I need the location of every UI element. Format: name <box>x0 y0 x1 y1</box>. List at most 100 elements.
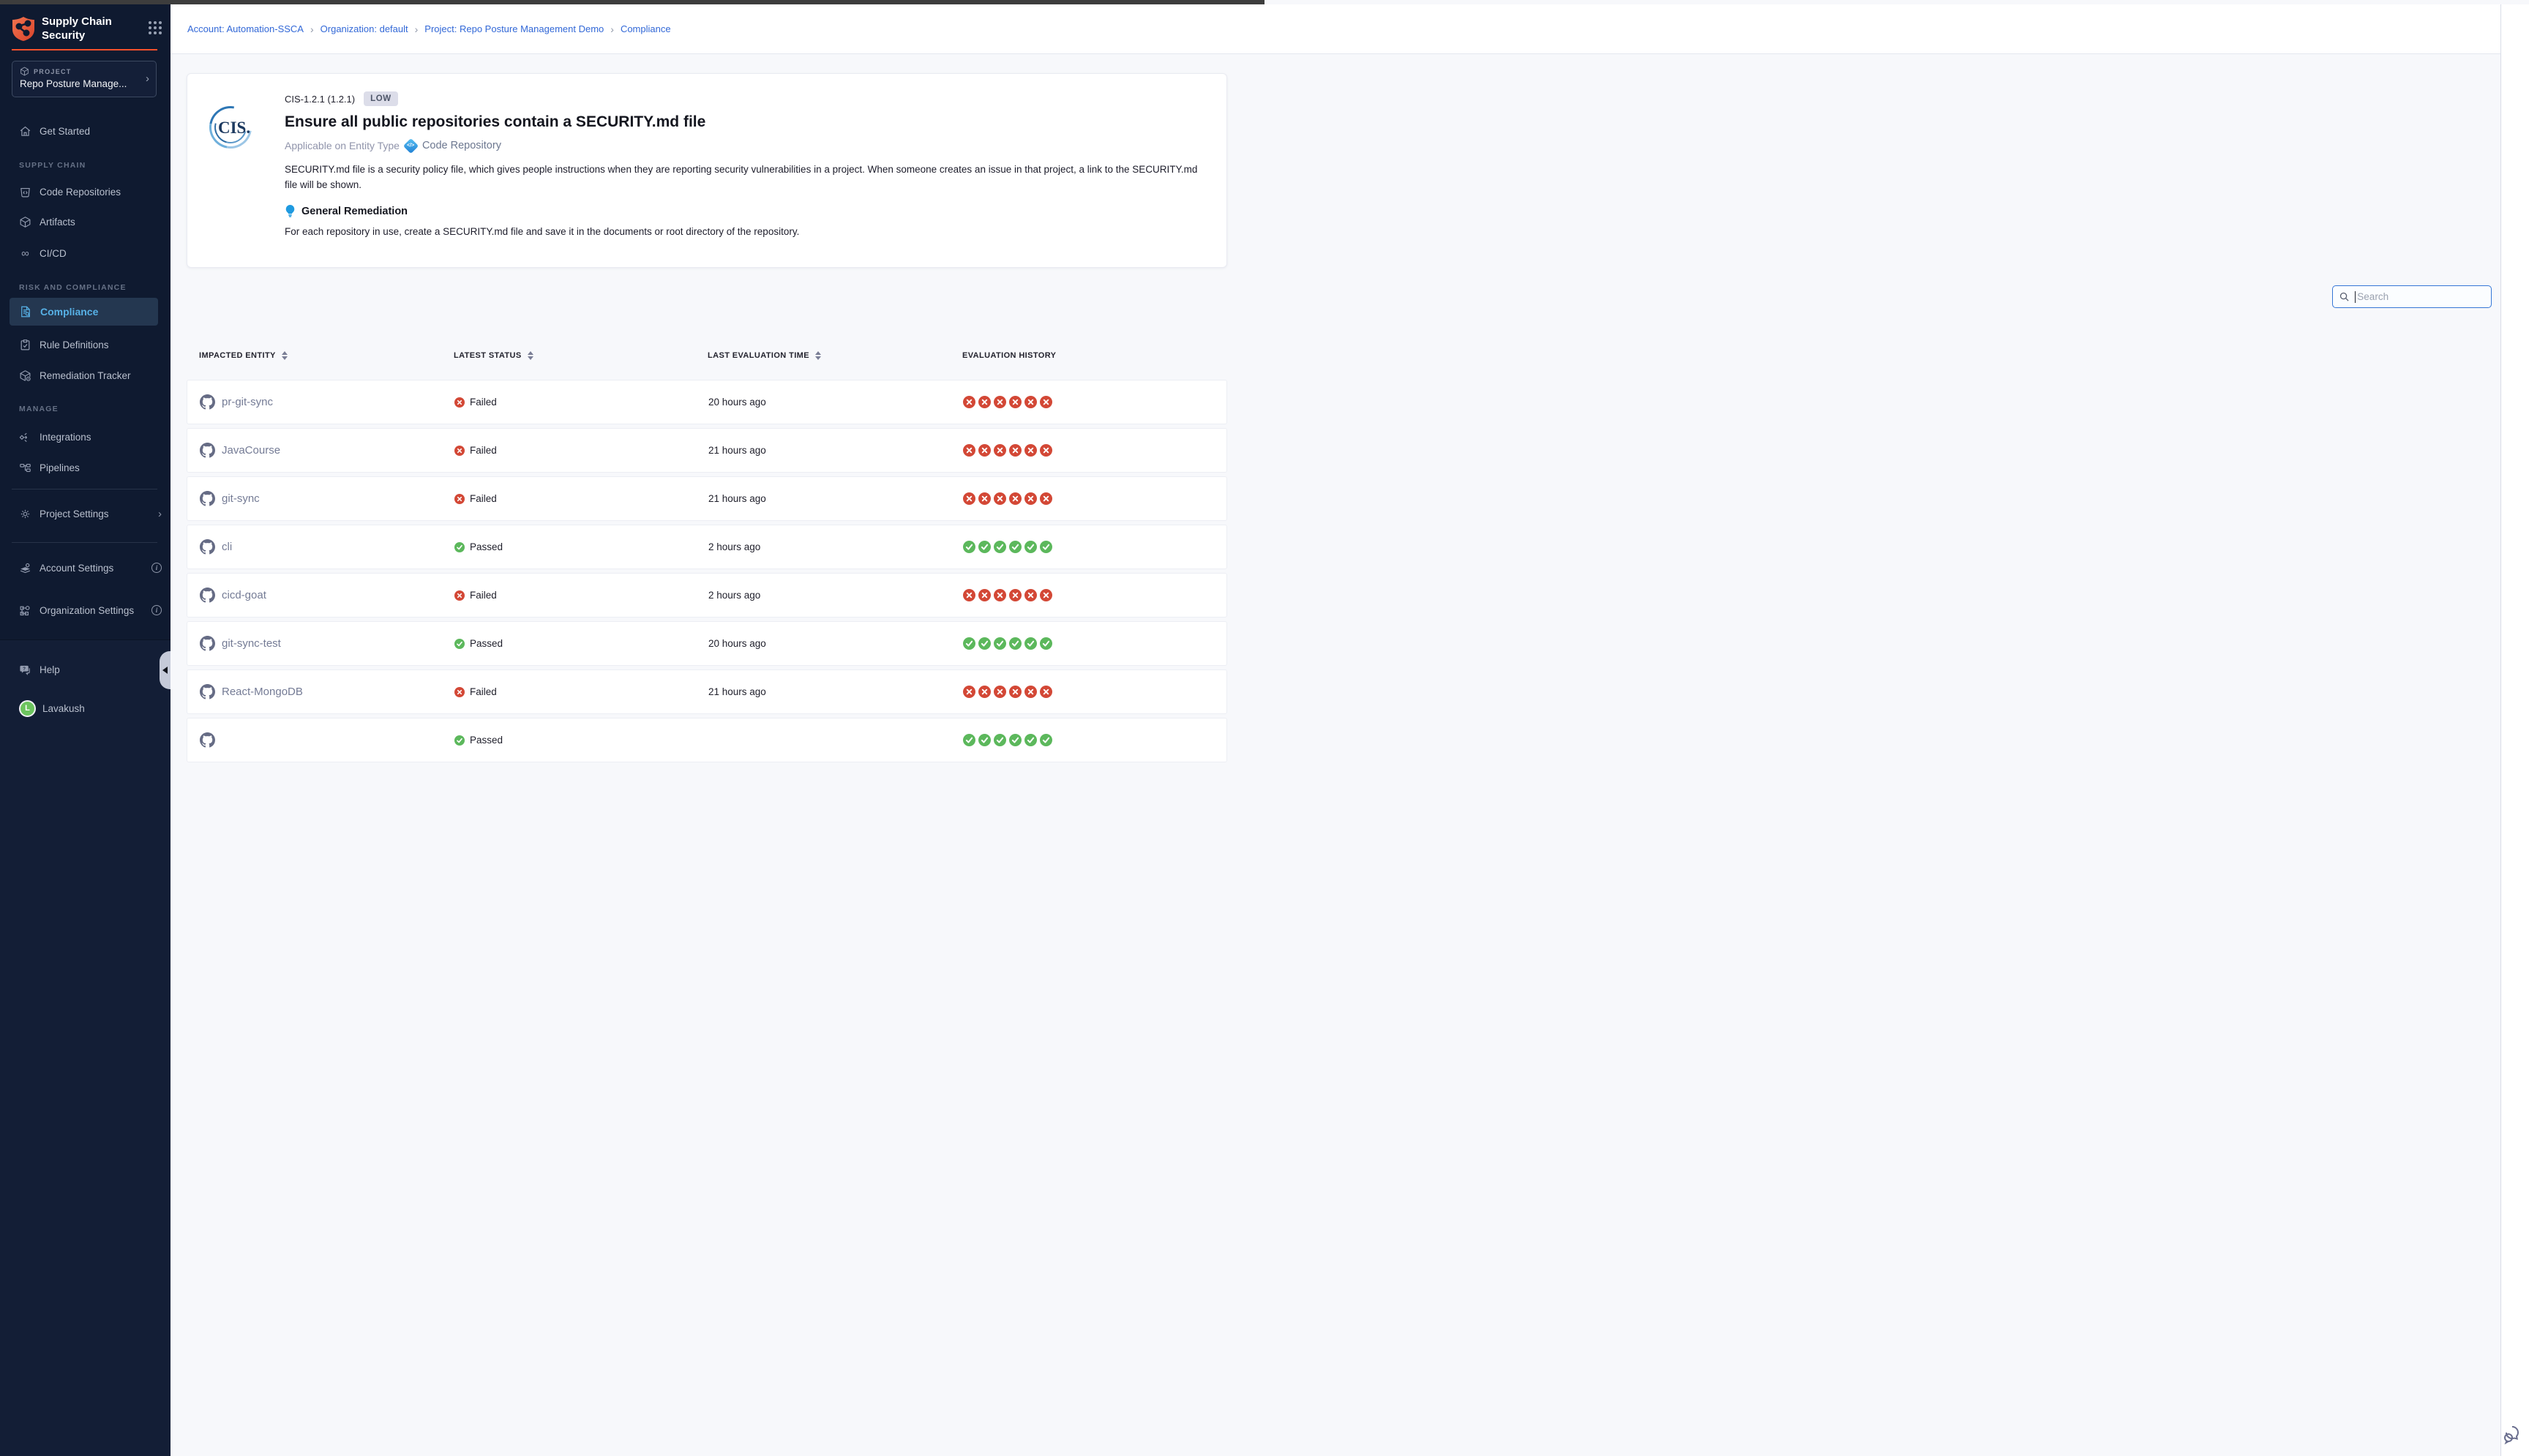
gear-icon <box>19 508 31 520</box>
latest-status-cell: Passed <box>454 638 708 649</box>
passed-icon <box>454 542 465 552</box>
failed-icon <box>994 444 1006 457</box>
failed-icon <box>978 492 991 505</box>
failed-icon <box>994 589 1006 601</box>
sidebar-item-code-repositories[interactable]: Code Repositories <box>0 182 171 201</box>
entity-name[interactable]: React-MongoDB <box>222 686 303 698</box>
impacted-entity-cell: JavaCourse <box>200 443 454 458</box>
text-cursor <box>2355 291 2356 303</box>
sidebar-item-account-settings[interactable]: Account Settings i <box>0 558 171 577</box>
failed-icon <box>1040 396 1052 408</box>
table-row[interactable]: React-MongoDB Failed 21 hours ago <box>187 669 1227 714</box>
sidebar-item-pipelines[interactable]: Pipelines <box>0 458 171 477</box>
column-header[interactable]: IMPACTED ENTITY <box>199 351 454 360</box>
failed-icon <box>1009 589 1022 601</box>
failed-icon <box>978 492 991 505</box>
column-header[interactable]: EVALUATION HISTORY <box>962 351 1227 360</box>
sidebar-item-help[interactable]: ? Help <box>0 660 171 679</box>
failed-icon <box>1040 686 1052 698</box>
table-header: IMPACTED ENTITY LATEST STATUS LAST EVALU… <box>187 351 1227 360</box>
breadcrumb-organization[interactable]: Organization: default <box>321 23 408 34</box>
failed-icon <box>978 589 991 601</box>
info-icon[interactable]: i <box>151 563 162 573</box>
sidebar-item-artifacts[interactable]: Artifacts <box>0 212 171 231</box>
sidebar-collapse-handle[interactable] <box>160 651 171 689</box>
impacted-entity-cell: pr-git-sync <box>200 394 454 410</box>
section-label-manage: MANAGE <box>19 405 59 413</box>
table-row[interactable]: git-sync-test Passed 20 hours ago <box>187 621 1227 666</box>
passed-icon <box>994 541 1006 553</box>
sidebar-item-compliance[interactable]: Compliance <box>10 298 158 326</box>
artifact-box-icon <box>19 216 31 228</box>
failed-icon <box>1024 686 1037 698</box>
breadcrumb-account[interactable]: Account: Automation-SSCA <box>187 23 304 34</box>
entity-name[interactable]: git-sync-test <box>222 637 281 650</box>
project-selector[interactable]: PROJECT Repo Posture Manage... › <box>12 61 157 97</box>
failed-icon <box>1040 589 1052 601</box>
sidebar-item-remediation-tracker[interactable]: Remediation Tracker <box>0 366 171 385</box>
table-row[interactable]: cli Passed 2 hours ago <box>187 525 1227 569</box>
table-row[interactable]: git-sync Failed 21 hours ago <box>187 476 1227 521</box>
entity-name[interactable]: git-sync <box>222 492 260 505</box>
search-input[interactable] <box>2357 291 2474 302</box>
failed-icon <box>1024 686 1037 698</box>
sidebar-item-project-settings[interactable]: Project Settings › <box>0 504 171 523</box>
column-header[interactable]: LAST EVALUATION TIME <box>708 351 962 360</box>
remediation-text: For each repository in use, create a SEC… <box>285 226 1207 237</box>
status-label: Passed <box>470 541 503 552</box>
failed-icon <box>978 686 991 698</box>
failed-icon <box>454 446 465 456</box>
table-row[interactable]: pr-git-sync Failed 20 hours ago <box>187 380 1227 424</box>
sort-icon[interactable] <box>528 351 533 360</box>
section-label-risk-compliance: RISK AND COMPLIANCE <box>19 283 127 292</box>
failed-icon <box>963 492 975 505</box>
table-row[interactable]: cicd-goat Failed 2 hours ago <box>187 573 1227 618</box>
failed-icon <box>963 589 975 601</box>
status-label: Passed <box>470 735 503 746</box>
evaluation-history <box>963 396 1226 408</box>
column-header[interactable]: LATEST STATUS <box>454 351 708 360</box>
table-row[interactable]: JavaCourse Failed 21 hours ago <box>187 428 1227 473</box>
sidebar-item-rule-definitions[interactable]: Rule Definitions <box>0 335 171 354</box>
failed-icon <box>1024 589 1037 601</box>
module-grid-icon[interactable] <box>149 21 162 34</box>
latest-status-cell: Failed <box>454 397 708 408</box>
applicable-label: Applicable on Entity Type <box>285 140 400 151</box>
failed-icon <box>978 444 991 457</box>
breadcrumb-compliance[interactable]: Compliance <box>621 23 671 34</box>
search-icon <box>2339 291 2350 302</box>
project-label: PROJECT <box>34 68 72 75</box>
impacted-entity-cell: React-MongoDB <box>200 684 454 699</box>
support-chat-icon[interactable] <box>2502 1422 2525 1446</box>
cis-logo: CIS. <box>209 106 256 153</box>
status-label: Failed <box>470 445 497 456</box>
passed-icon <box>994 637 1006 650</box>
entity-name[interactable]: cli <box>222 541 232 553</box>
failed-icon <box>1009 686 1022 698</box>
window-top-bar <box>0 0 1264 4</box>
user-menu[interactable]: L Lavakush <box>0 699 171 718</box>
sidebar-item-cicd[interactable]: ∞ CI/CD <box>0 244 171 263</box>
failed-icon <box>963 686 975 698</box>
github-icon <box>200 491 215 506</box>
sort-icon[interactable] <box>815 351 821 360</box>
entity-name[interactable]: pr-git-sync <box>222 396 273 408</box>
entity-name[interactable]: cicd-goat <box>222 589 266 601</box>
table-row[interactable]: Passed <box>187 718 1227 762</box>
info-icon[interactable]: i <box>151 605 162 615</box>
sidebar-item-integrations[interactable]: Integrations <box>0 427 171 446</box>
sort-icon[interactable] <box>282 351 288 360</box>
sidebar-item-get-started[interactable]: Get Started <box>0 121 171 140</box>
passed-icon <box>1009 541 1022 553</box>
passed-icon <box>978 734 991 746</box>
failed-icon <box>994 444 1006 457</box>
entity-name[interactable]: JavaCourse <box>222 444 280 457</box>
failed-icon <box>1040 444 1052 457</box>
integrations-icon <box>19 431 31 443</box>
sidebar-item-organization-settings[interactable]: Organization Settings i <box>0 601 171 620</box>
failed-icon <box>963 396 975 408</box>
github-icon <box>200 394 215 410</box>
passed-icon <box>978 637 991 650</box>
passed-icon <box>994 734 1006 746</box>
breadcrumb-project[interactable]: Project: Repo Posture Management Demo <box>424 23 604 34</box>
